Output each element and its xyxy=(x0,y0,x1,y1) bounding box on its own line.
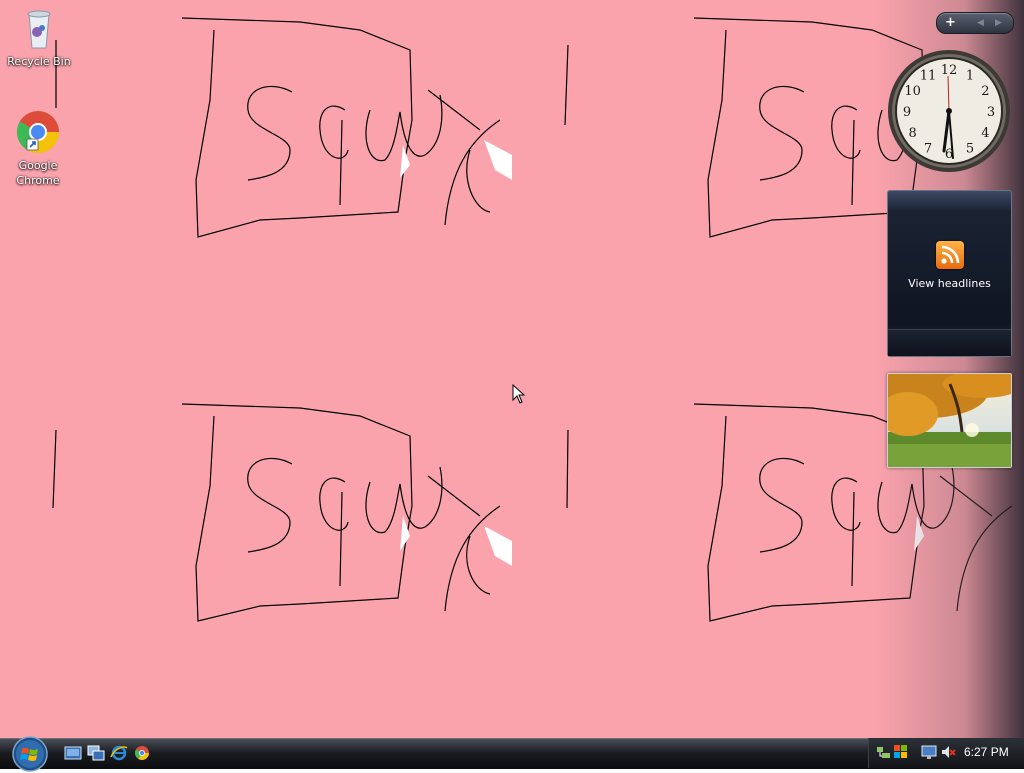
add-gadget-button[interactable]: + xyxy=(945,14,956,32)
taskbar-clock[interactable]: 6:27 PM xyxy=(964,745,1009,759)
google-chrome-shortcut[interactable]: Google Chrome xyxy=(0,108,76,188)
recycle-bin-shortcut[interactable]: Recycle Bin xyxy=(1,4,77,69)
internet-explorer-icon[interactable] xyxy=(110,745,128,761)
sidebar-controls: + ◀ ▶ xyxy=(936,12,1014,34)
display-icon[interactable] xyxy=(921,744,937,760)
recycle-bin-icon xyxy=(15,4,63,52)
clock-number: 7 xyxy=(924,141,932,156)
previous-page-button[interactable]: ◀ xyxy=(977,14,984,32)
chrome-icon xyxy=(14,108,62,156)
show-desktop-icon[interactable] xyxy=(64,745,82,761)
clock-number: 9 xyxy=(903,105,911,120)
clock-number: 3 xyxy=(987,105,995,120)
clock-face: 12 1234567891011 xyxy=(888,50,1010,172)
clock-gadget[interactable]: 12 1 2 3 4 5 6 7 8 9 10 11 xyxy=(886,48,1012,174)
recycle-bin-label: Recycle Bin xyxy=(7,55,71,68)
clock-number: 1 xyxy=(966,69,974,84)
clock-number: 4 xyxy=(981,126,989,141)
clock-number: 12 xyxy=(941,63,958,78)
feed-headlines-gadget[interactable]: View headlines xyxy=(887,190,1012,357)
windows-update-icon[interactable] xyxy=(893,744,909,760)
wallpaper-tile xyxy=(0,386,512,738)
clock-number: 8 xyxy=(908,126,916,141)
clock-number: 11 xyxy=(920,69,937,84)
clock-number: 5 xyxy=(966,141,974,156)
network-icon[interactable] xyxy=(876,744,892,760)
slideshow-gadget[interactable] xyxy=(887,373,1012,468)
sketch-drawing xyxy=(52,403,512,622)
mouse-cursor-icon xyxy=(512,384,526,404)
feed-gadget-footer xyxy=(888,329,1011,356)
view-headlines-label[interactable]: View headlines xyxy=(888,277,1011,290)
start-button[interactable] xyxy=(9,735,51,773)
rss-icon xyxy=(936,241,964,269)
desktop-background[interactable] xyxy=(0,0,1024,738)
volume-muted-icon[interactable] xyxy=(940,744,956,760)
clock-number: 10 xyxy=(904,84,921,99)
switch-windows-icon[interactable] xyxy=(87,745,105,761)
clock-number: 2 xyxy=(981,84,989,99)
next-page-button[interactable]: ▶ xyxy=(995,14,1002,32)
google-chrome-label: Google Chrome xyxy=(16,159,60,187)
photo-icon xyxy=(888,374,1011,467)
chrome-icon[interactable] xyxy=(133,745,151,761)
